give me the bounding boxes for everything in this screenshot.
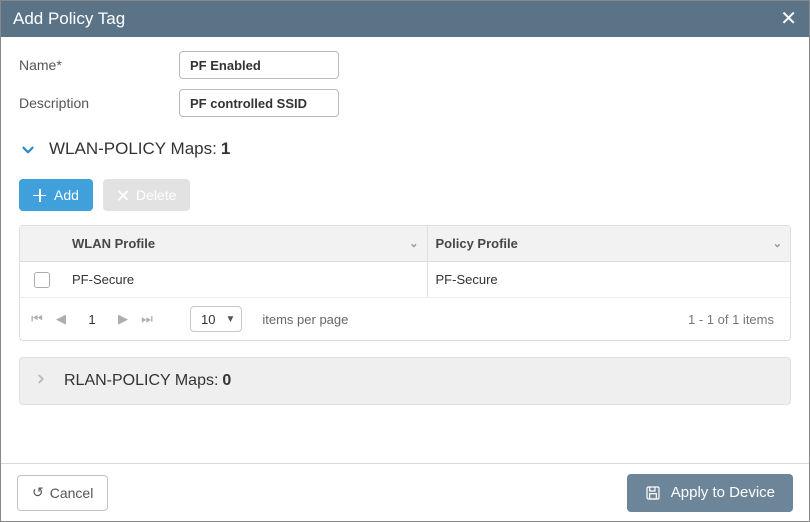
per-page-label: items per page bbox=[262, 312, 348, 327]
row-checkbox[interactable] bbox=[34, 272, 50, 288]
add-policy-tag-modal: Add Policy Tag ✕ Name* Description WLAN-… bbox=[0, 0, 810, 522]
modal-header: Add Policy Tag ✕ bbox=[1, 1, 809, 37]
wlan-policy-title: WLAN-POLICY Maps: bbox=[49, 139, 217, 159]
table-body: PF-Secure PF-Secure bbox=[20, 262, 790, 298]
pager-current: 1 bbox=[78, 312, 106, 327]
name-row: Name* bbox=[19, 51, 791, 79]
sort-icon: ⌄ bbox=[773, 237, 782, 250]
wlan-policy-section: WLAN-POLICY Maps: 1 Add Delete WLAN Prof bbox=[19, 139, 791, 341]
cancel-button[interactable]: ↺ Cancel bbox=[17, 475, 108, 511]
modal-footer: ↺ Cancel Apply to Device bbox=[1, 463, 809, 521]
delete-button[interactable]: Delete bbox=[103, 179, 190, 211]
apply-button[interactable]: Apply to Device bbox=[627, 474, 793, 512]
cell-wlan-profile: PF-Secure bbox=[64, 262, 428, 297]
chevron-down-icon bbox=[19, 141, 35, 157]
add-button-label: Add bbox=[54, 187, 79, 203]
add-button[interactable]: Add bbox=[19, 179, 93, 211]
page-size-select[interactable]: 10 ▼ bbox=[190, 306, 242, 332]
cell-policy-profile: PF-Secure bbox=[428, 262, 791, 297]
name-input[interactable] bbox=[179, 51, 339, 79]
close-icon bbox=[117, 190, 128, 201]
pager-controls: ⏮ ◀ 1 ▶ ⏭ 10 ▼ items per page bbox=[30, 306, 348, 332]
delete-button-label: Delete bbox=[136, 187, 176, 203]
table-row[interactable]: PF-Secure PF-Secure bbox=[20, 262, 790, 298]
rlan-policy-header[interactable]: RLAN-POLICY Maps: 0 bbox=[19, 357, 791, 405]
pager-first-icon[interactable]: ⏮ bbox=[30, 311, 44, 327]
table-header: WLAN Profile ⌄ Policy Profile ⌄ bbox=[20, 226, 790, 262]
cancel-label: Cancel bbox=[50, 485, 94, 501]
column-policy-profile[interactable]: Policy Profile ⌄ bbox=[428, 226, 791, 261]
modal-body: Name* Description WLAN-POLICY Maps: 1 Ad… bbox=[1, 37, 809, 463]
description-input[interactable] bbox=[179, 89, 339, 117]
wlan-policy-count: 1 bbox=[221, 139, 230, 159]
plus-icon bbox=[33, 189, 46, 202]
chevron-right-icon bbox=[34, 372, 48, 391]
column-checkbox bbox=[20, 226, 64, 261]
pager-next-icon[interactable]: ▶ bbox=[116, 311, 130, 327]
description-row: Description bbox=[19, 89, 791, 117]
wlan-actions: Add Delete bbox=[19, 179, 791, 211]
close-icon[interactable]: ✕ bbox=[780, 9, 797, 29]
rlan-policy-title: RLAN-POLICY Maps: bbox=[64, 372, 218, 390]
caret-down-icon: ▼ bbox=[225, 314, 235, 325]
pager-last-icon[interactable]: ⏭ bbox=[140, 311, 154, 327]
pager: ⏮ ◀ 1 ▶ ⏭ 10 ▼ items per page 1 - 1 of 1… bbox=[20, 298, 790, 340]
apply-label: Apply to Device bbox=[671, 484, 775, 501]
name-label: Name* bbox=[19, 57, 179, 73]
pager-prev-icon[interactable]: ◀ bbox=[54, 311, 68, 327]
pager-range: 1 - 1 of 1 items bbox=[688, 312, 774, 327]
column-wlan-profile[interactable]: WLAN Profile ⌄ bbox=[64, 226, 428, 261]
wlan-policy-table: WLAN Profile ⌄ Policy Profile ⌄ PF-Secur… bbox=[19, 225, 791, 341]
description-label: Description bbox=[19, 95, 179, 111]
wlan-policy-header[interactable]: WLAN-POLICY Maps: 1 bbox=[19, 139, 791, 159]
rlan-policy-count: 0 bbox=[222, 372, 231, 390]
save-icon bbox=[645, 485, 661, 501]
undo-icon: ↺ bbox=[32, 484, 44, 501]
row-checkbox-cell bbox=[20, 262, 64, 297]
page-size-value: 10 bbox=[201, 312, 215, 327]
sort-icon: ⌄ bbox=[409, 237, 418, 250]
modal-title: Add Policy Tag bbox=[13, 9, 125, 29]
